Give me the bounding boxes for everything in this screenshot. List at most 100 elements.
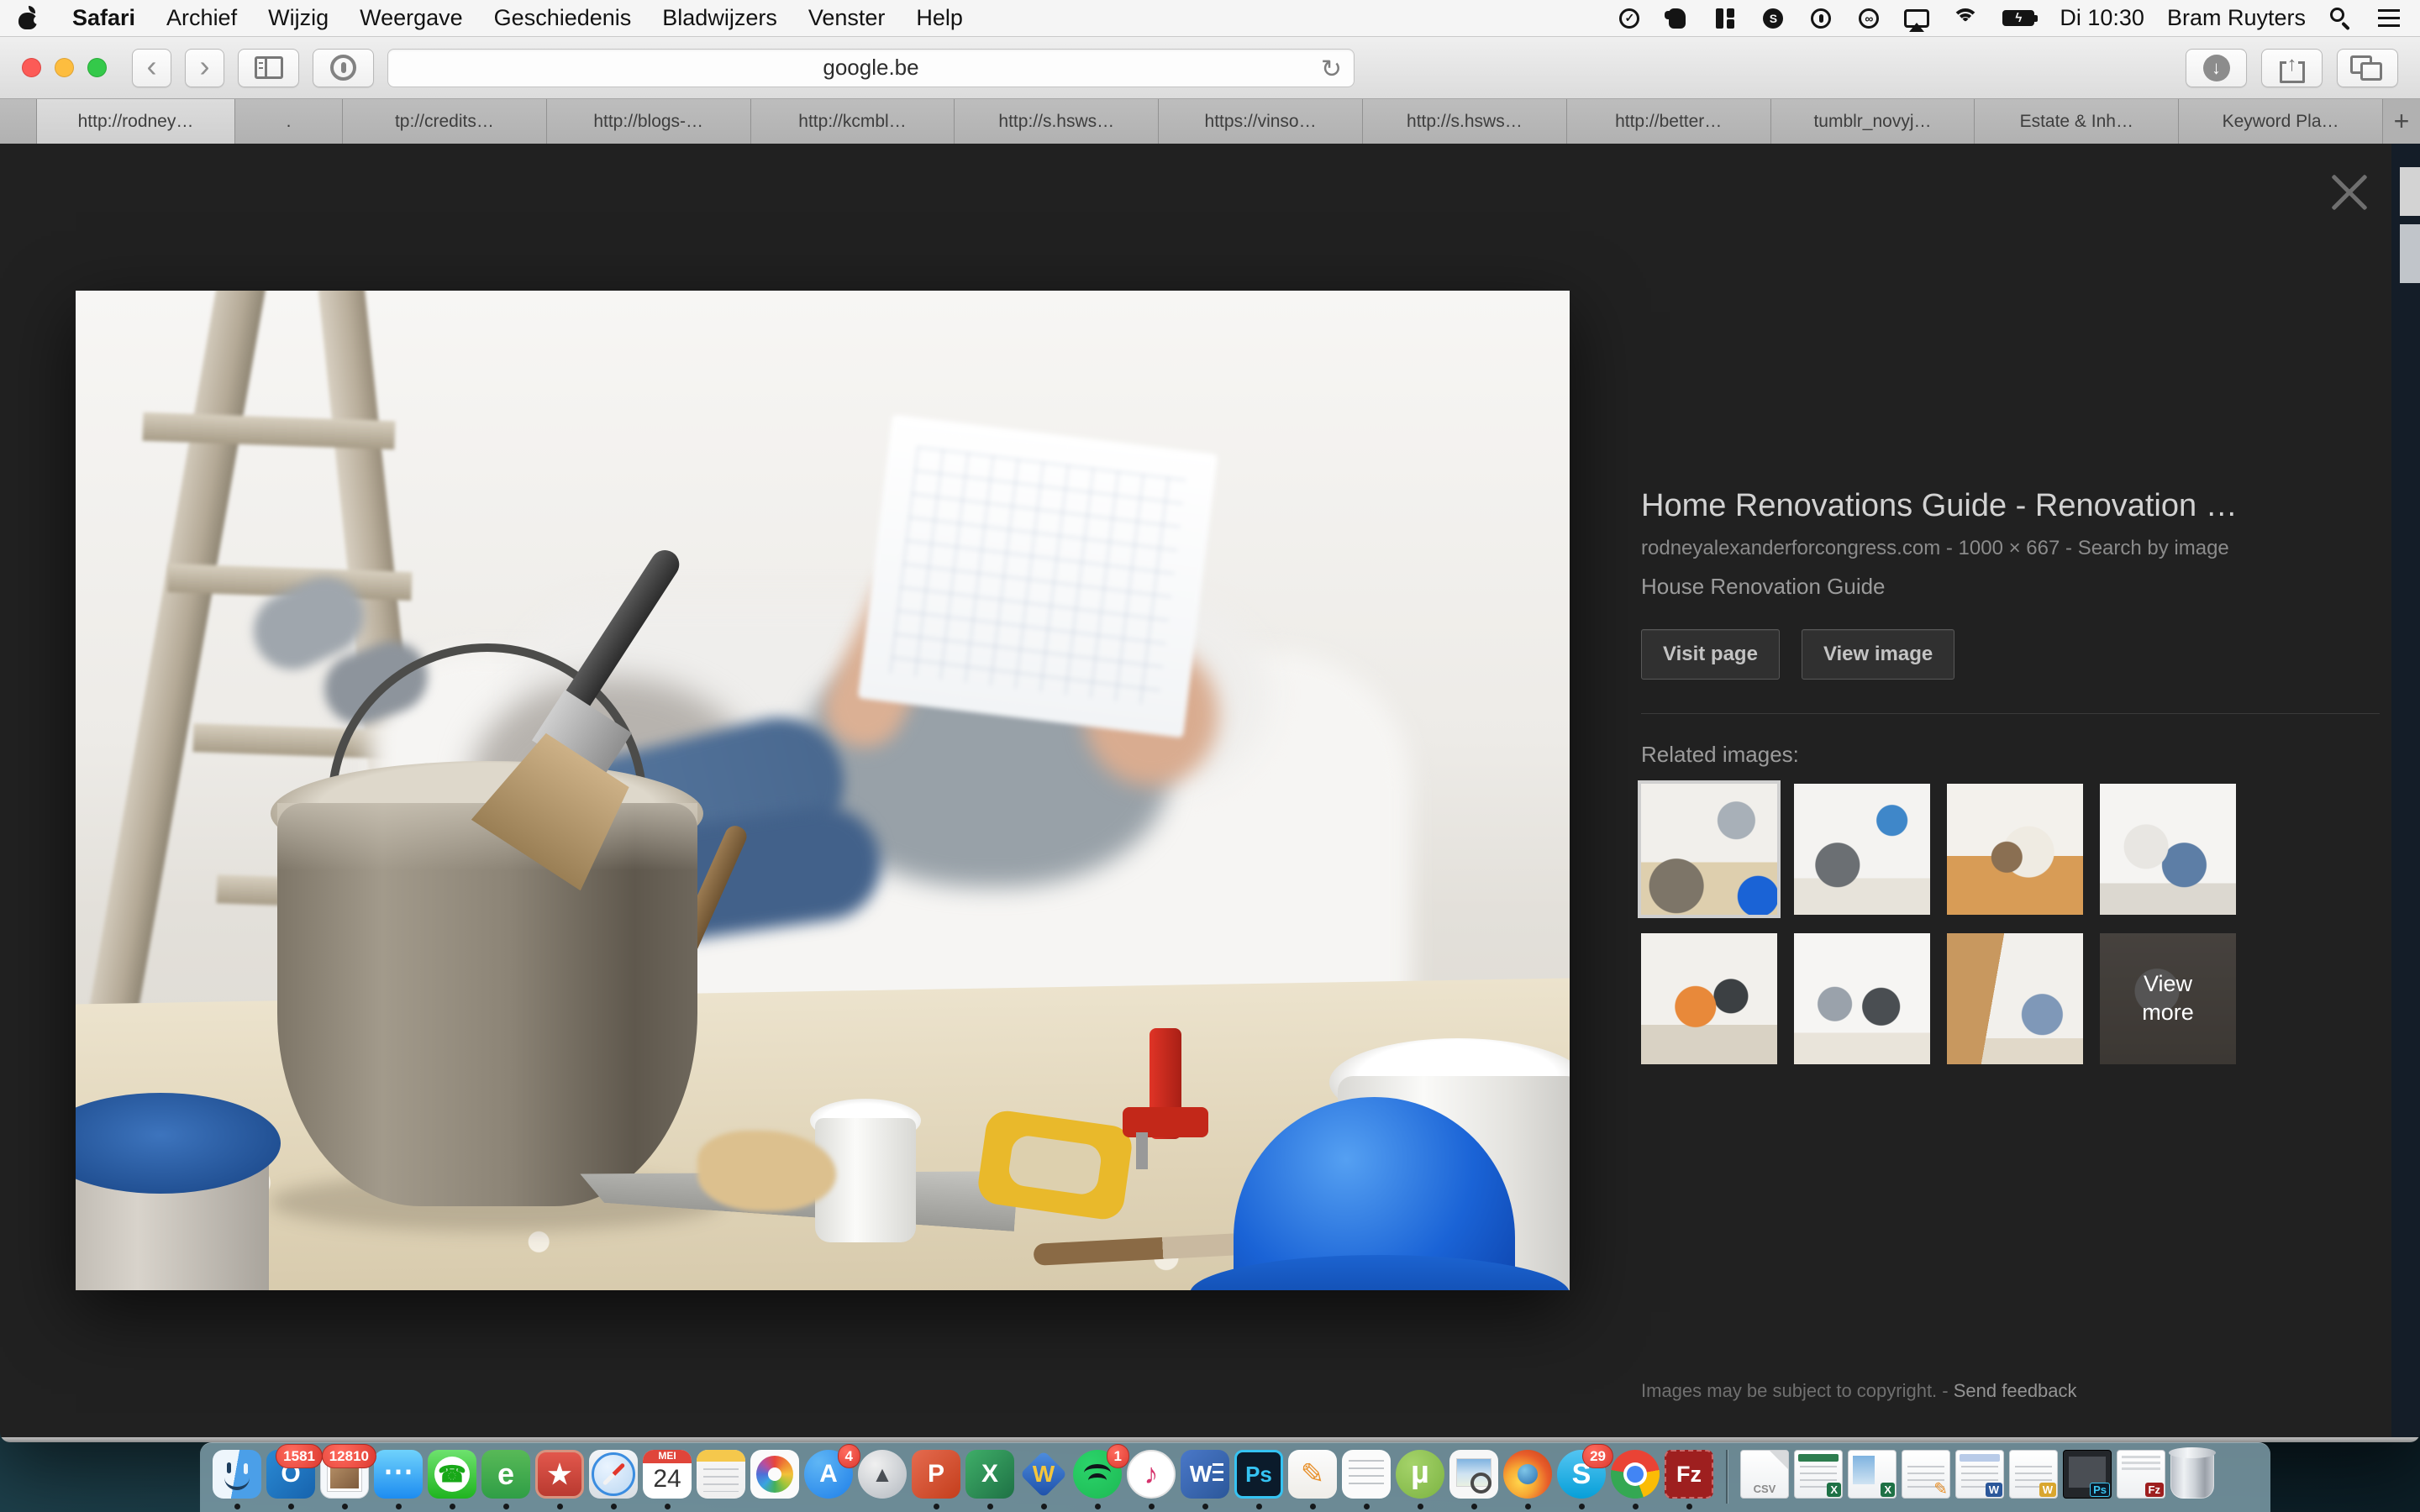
tab[interactable]: Keyword Pla… <box>2179 99 2383 144</box>
battery-charging-icon[interactable]: ϟ <box>2000 6 2037 31</box>
dock-wdiamond[interactable]: W <box>1019 1450 1068 1499</box>
share-button[interactable]: ↑ <box>2261 49 2323 87</box>
window-panes-icon[interactable] <box>1712 6 1738 31</box>
tab[interactable]: http://blogs-… <box>547 99 751 144</box>
related-image-7[interactable] <box>1947 933 2083 1064</box>
menu-venster[interactable]: Venster <box>808 5 886 31</box>
notification-center-icon[interactable] <box>2376 6 2402 31</box>
dock-facetime[interactable]: ☎ <box>428 1450 476 1499</box>
dock-wunderlist[interactable]: ★ <box>535 1450 584 1499</box>
dock-doc-csv[interactable]: CSV <box>1740 1450 1789 1499</box>
dock-messages[interactable]: ⋯ <box>374 1450 423 1499</box>
dock-mail[interactable]: 12810 <box>320 1450 369 1499</box>
send-feedback-link[interactable]: Send feedback <box>1954 1380 2077 1401</box>
related-image-4[interactable] <box>2100 784 2236 915</box>
dock-photoshop[interactable]: Ps <box>1234 1450 1283 1499</box>
tab[interactable]: http://s.hsws… <box>955 99 1159 144</box>
wifi-icon[interactable] <box>1952 6 1977 31</box>
dock-skype[interactable]: S29 <box>1557 1450 1606 1499</box>
menu-geschiedenis[interactable]: Geschiedenis <box>494 5 632 31</box>
evernote-menu-icon[interactable] <box>1665 6 1690 31</box>
sidebar-button[interactable] <box>238 49 299 87</box>
dock-finder[interactable] <box>213 1450 261 1499</box>
dock-trash[interactable] <box>2170 1450 2214 1499</box>
tab[interactable]: http://better… <box>1567 99 1771 144</box>
dock-safari[interactable] <box>589 1450 638 1499</box>
related-view-more[interactable]: View more <box>2100 933 2236 1064</box>
dock-outlook[interactable]: O1581 <box>266 1450 315 1499</box>
reload-button[interactable]: ↻ <box>1321 55 1342 84</box>
close-lightbox-button[interactable] <box>2323 165 2376 219</box>
dock-doc-excel2[interactable]: X <box>1848 1450 1897 1499</box>
menu-bladwijzers[interactable]: Bladwijzers <box>662 5 777 31</box>
menu-user-name[interactable]: Bram Ruyters <box>2167 5 2306 31</box>
apple-menu-icon[interactable] <box>18 6 39 31</box>
dock-doc-word[interactable]: W <box>1955 1450 2004 1499</box>
downloads-button[interactable]: ↓ <box>2186 49 2247 87</box>
dock-powerpoint[interactable]: P <box>912 1450 960 1499</box>
shazam-icon[interactable]: S <box>1760 6 1786 31</box>
dock-firefox[interactable] <box>1503 1450 1552 1499</box>
spotlight-icon[interactable] <box>2328 6 2354 31</box>
result-title[interactable]: Home Renovations Guide - Renovation … <box>1641 488 2369 524</box>
related-image-3[interactable] <box>1947 784 2083 915</box>
menu-archief[interactable]: Archief <box>166 5 237 31</box>
tab[interactable] <box>0 99 37 144</box>
address-bar[interactable]: google.be ↻ <box>387 49 1355 87</box>
dock-doc-pages[interactable]: ✎ <box>1902 1450 1950 1499</box>
related-image-2[interactable] <box>1794 784 1930 915</box>
menu-clock[interactable]: Di 10:30 <box>2060 5 2144 31</box>
dock-appstore[interactable]: A4 <box>804 1450 853 1499</box>
search-by-image-link[interactable]: Search by image <box>2078 537 2229 559</box>
tab[interactable]: Estate & Inh… <box>1975 99 2179 144</box>
dock-preview[interactable] <box>1449 1450 1498 1499</box>
dock-spotify[interactable]: 1 <box>1073 1450 1122 1499</box>
airplay-icon[interactable] <box>1904 6 1929 31</box>
dock-launchpad[interactable]: ▲ <box>858 1450 907 1499</box>
show-tabs-button[interactable] <box>2337 49 2398 87</box>
new-tab-button[interactable]: + <box>2383 99 2420 144</box>
creative-cloud-icon[interactable]: ∞ <box>1856 6 1881 31</box>
menu-help[interactable]: Help <box>916 5 963 31</box>
things-check-icon[interactable]: ✓ <box>1617 6 1642 31</box>
dock-calendar[interactable]: MEI24 <box>643 1450 692 1499</box>
dock-pages[interactable]: ✎ <box>1288 1450 1337 1499</box>
tab[interactable]: https://vinso… <box>1159 99 1363 144</box>
menu-safari[interactable]: Safari <box>72 5 135 31</box>
tab[interactable]: tumblr_novyj… <box>1771 99 1975 144</box>
dock-utorrent[interactable]: µ <box>1396 1450 1444 1499</box>
view-image-button[interactable]: View image <box>1802 629 1954 680</box>
dock-evernote[interactable]: e <box>481 1450 530 1499</box>
onepassword-button[interactable] <box>313 49 374 87</box>
related-image-5[interactable] <box>1641 933 1777 1064</box>
onepassword-menu-icon[interactable] <box>1808 6 1833 31</box>
tab[interactable]: http://s.hsws… <box>1363 99 1567 144</box>
dock-photos[interactable] <box>750 1450 799 1499</box>
dock-textedit[interactable] <box>1342 1450 1391 1499</box>
dock-doc-plain[interactable]: W <box>2009 1450 2058 1499</box>
dock-chrome[interactable] <box>1611 1450 1660 1499</box>
dock-doc-excel[interactable]: X <box>1794 1450 1843 1499</box>
dock-win-fz[interactable]: Fz <box>2117 1450 2165 1499</box>
tab[interactable]: http://kcmbl… <box>751 99 955 144</box>
menu-weergave[interactable]: Weergave <box>360 5 463 31</box>
menu-wijzig[interactable]: Wijzig <box>268 5 329 31</box>
tab-active[interactable]: http://rodney… <box>37 99 235 144</box>
related-image-6[interactable] <box>1794 933 1930 1064</box>
tab[interactable]: tp://credits… <box>343 99 547 144</box>
related-image-1[interactable] <box>1641 784 1777 915</box>
back-button[interactable]: ‹ <box>132 49 171 87</box>
zoom-window-button[interactable] <box>87 58 107 77</box>
dock-notes[interactable] <box>697 1450 745 1499</box>
dock-itunes[interactable]: ♪ <box>1127 1450 1176 1499</box>
minimize-window-button[interactable] <box>55 58 74 77</box>
forward-button[interactable]: › <box>185 49 224 87</box>
dock-win-ps[interactable]: Ps <box>2063 1450 2112 1499</box>
main-image[interactable] <box>76 291 1570 1290</box>
tab[interactable]: . <box>235 99 343 144</box>
dock-word[interactable]: W <box>1181 1450 1229 1499</box>
dock-excel[interactable]: X <box>965 1450 1014 1499</box>
dock-filezilla[interactable]: Fz <box>1665 1450 1713 1499</box>
visit-page-button[interactable]: Visit page <box>1641 629 1780 680</box>
close-window-button[interactable] <box>22 58 41 77</box>
